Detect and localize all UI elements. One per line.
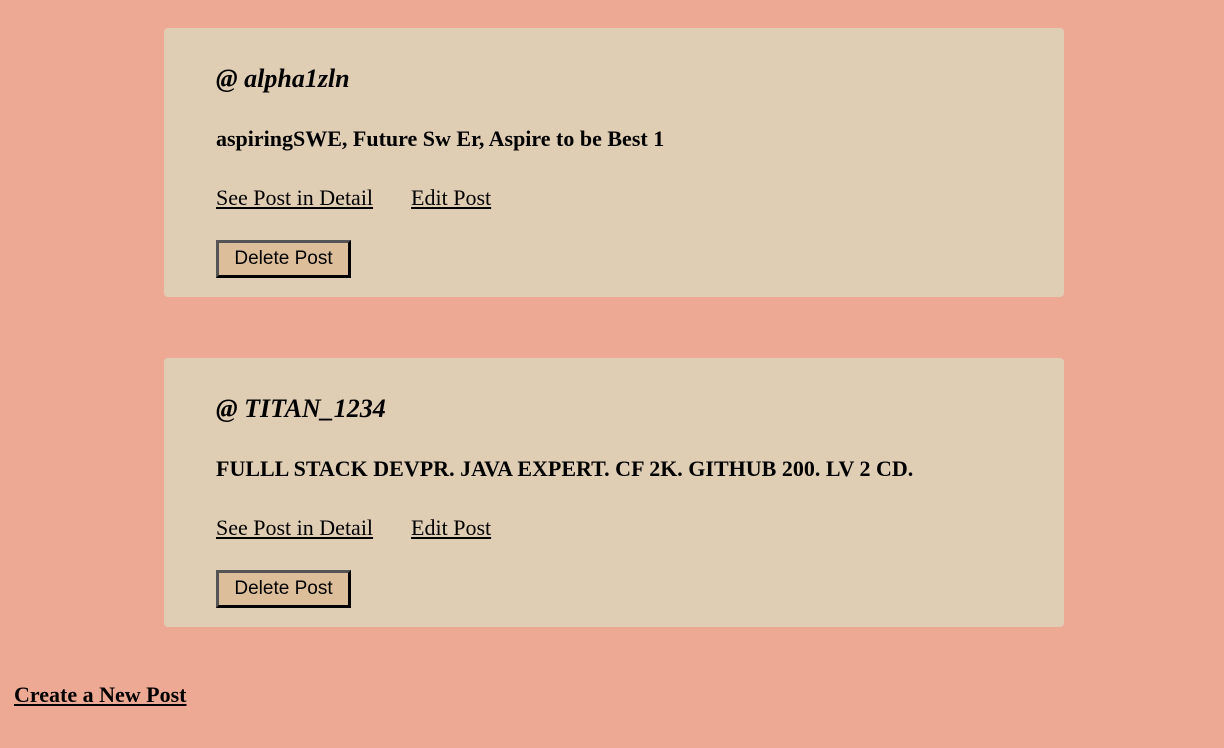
create-new-post-link[interactable]: Create a New Post — [14, 682, 186, 708]
post-card: @ TITAN_1234 FULLL STACK DEVPR. JAVA EXP… — [164, 358, 1064, 627]
post-content: FULLL STACK DEVPR. JAVA EXPERT. CF 2K. G… — [216, 456, 914, 481]
post-links: See Post in Detail Edit Post — [216, 515, 529, 541]
delete-post-button[interactable]: Delete Post — [216, 240, 351, 278]
post-username: @ alpha1zln — [216, 64, 350, 93]
post-card: @ alpha1zln aspiringSWE, Future Sw Er, A… — [164, 28, 1064, 297]
post-content: aspiringSWE, Future Sw Er, Aspire to be … — [216, 126, 665, 151]
delete-post-button[interactable]: Delete Post — [216, 570, 351, 608]
post-links: See Post in Detail Edit Post — [216, 185, 529, 211]
see-post-detail-link[interactable]: See Post in Detail — [216, 185, 373, 210]
edit-post-link[interactable]: Edit Post — [411, 185, 491, 210]
edit-post-link[interactable]: Edit Post — [411, 515, 491, 540]
see-post-detail-link[interactable]: See Post in Detail — [216, 515, 373, 540]
post-username: @ TITAN_1234 — [216, 394, 386, 423]
